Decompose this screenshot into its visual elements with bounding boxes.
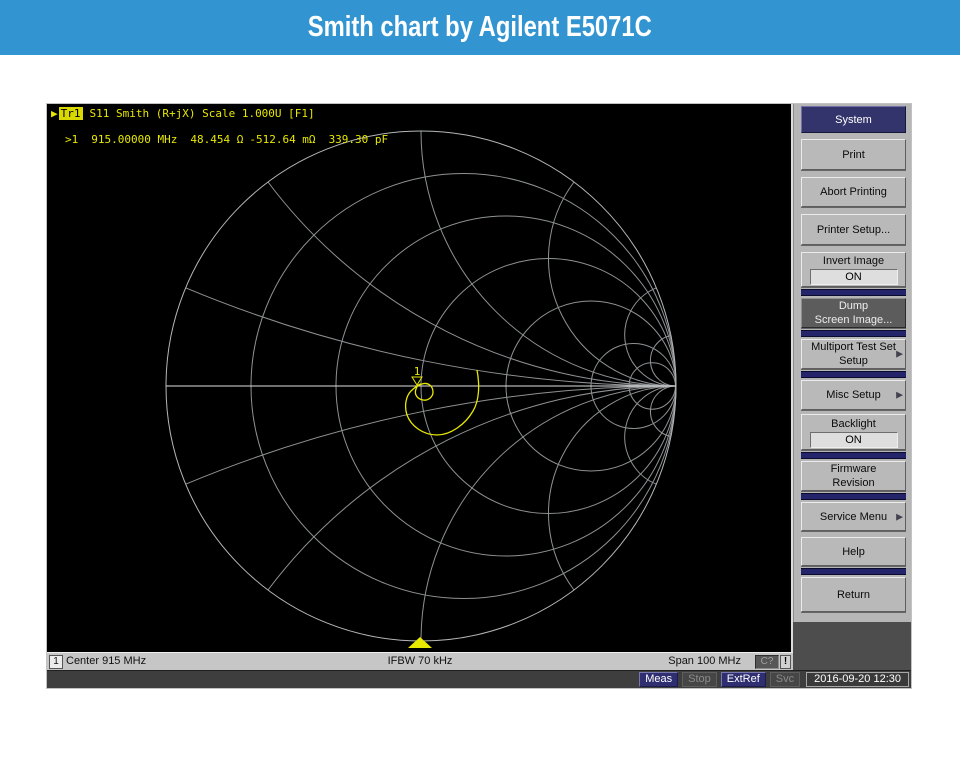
softkey-printer-setup[interactable]: Printer Setup... [801,214,906,245]
menu-separator [801,493,906,500]
softkey-return[interactable]: Return [801,577,906,612]
page-banner: Smith chart by Agilent E5071C [0,0,960,55]
page-title: Smith chart by Agilent E5071C [308,11,652,44]
softkey-misc-setup[interactable]: Misc Setup ▶ [801,380,906,410]
softkey-multiport-test-set-setup[interactable]: Multiport Test Set Setup ▶ [801,339,906,369]
marker-resistance: 48.454 Ω [190,133,243,146]
marker-label: 1 [414,365,421,378]
datetime-display: 2016-09-20 12:30 [806,672,909,687]
softkey-menu: System Print Abort Printing Printer Setu… [793,104,911,622]
trace-header[interactable]: ▶Tr1 S11 Smith (R+jX) Scale 1.000U [F1] [51,107,315,120]
chevron-right-icon: ▶ [896,350,903,359]
stimulus-status-bar: 1 Center 915 MHz IFBW 70 kHz Span 100 MH… [47,652,793,670]
menu-title: System [801,106,906,133]
cal-status-badge: C? [755,655,779,669]
marker-capacitance: 339.30 pF [329,133,389,146]
backlight-state: ON [810,432,898,448]
menu-separator [801,289,906,296]
menu-separator [801,452,906,459]
smith-chart-display: ▶Tr1 S11 Smith (R+jX) Scale 1.000U [F1] >… [47,104,793,652]
softkey-backlight[interactable]: Backlight ON [801,414,906,450]
invert-image-state: ON [810,269,898,285]
stimulus-marker-icon [408,637,432,648]
smith-chart: 1 [47,104,793,652]
marker-readout: >1 915.00000 MHz 48.454 Ω -512.64 mΩ 339.30 … [65,133,388,146]
softkey-abort-printing[interactable]: Abort Printing [801,177,906,207]
menu-separator [801,568,906,575]
trace-name-badge[interactable]: Tr1 [59,107,83,120]
softkey-print[interactable]: Print [801,139,906,170]
alert-badge: ! [780,655,791,669]
instrument-status-bar: Meas Stop ExtRef Svc 2016-09-20 12:30 [47,670,911,688]
marker-readout-prefix: >1 [65,133,78,146]
svc-status-badge: Svc [770,672,800,687]
softkey-service-menu[interactable]: Service Menu ▶ [801,502,906,531]
center-frequency-label[interactable]: Center 915 MHz [66,655,146,667]
softkey-dump-screen-image[interactable]: Dump Screen Image... [801,298,906,328]
chevron-right-icon: ▶ [896,391,903,400]
meas-status-badge: Meas [639,672,678,687]
channel-number-box: 1 [49,655,63,669]
extref-status-badge: ExtRef [721,672,766,687]
trace-format-label: S11 Smith (R+jX) Scale 1.000U [F1] [90,107,315,120]
instrument-screenshot: ▶Tr1S11 Smith (R+jX) Scale 1.000U [F1] >… [47,104,911,688]
softkey-sidebar: System Print Abort Printing Printer Setu… [793,104,911,670]
softkey-help[interactable]: Help [801,537,906,566]
stop-status-badge: Stop [682,672,717,687]
span-label[interactable]: Span 100 MHz [668,655,741,667]
trace-arrow-icon: ▶ [51,107,58,120]
softkey-firmware-revision[interactable]: Firmware Revision [801,461,906,491]
marker-frequency: 915.00000 MHz [91,133,177,146]
ifbw-label[interactable]: IFBW 70 kHz [388,655,453,667]
marker-reactance: -512.64 mΩ [249,133,315,146]
menu-separator [801,330,906,337]
menu-separator [801,371,906,378]
chevron-right-icon: ▶ [896,512,903,521]
softkey-invert-image[interactable]: Invert Image ON [801,252,906,287]
